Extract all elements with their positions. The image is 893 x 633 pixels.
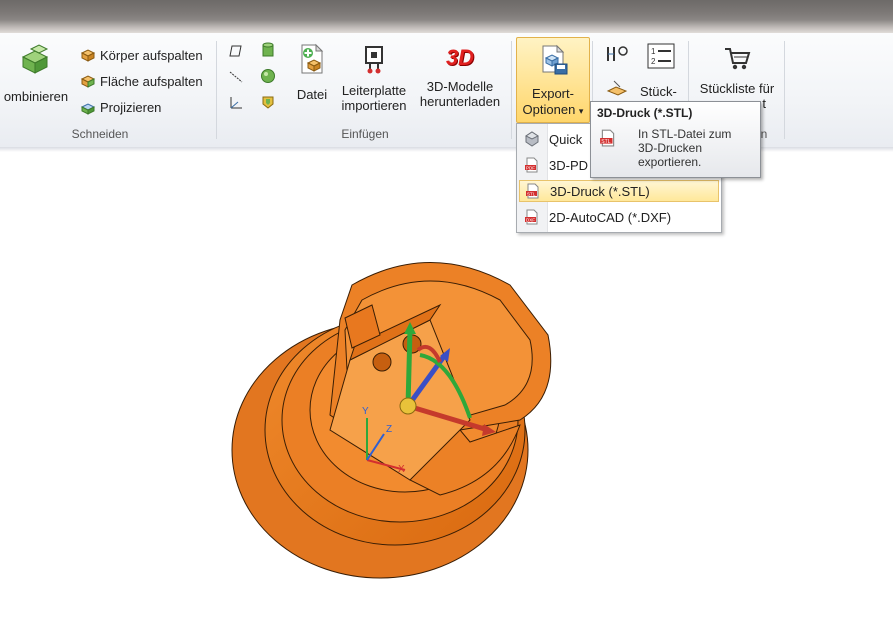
circuit-board-icon [365,46,383,74]
kombinieren-button[interactable]: ombinieren [0,43,72,104]
tooltip-line-1: In STL-Datei zum [638,127,732,141]
datei-button[interactable]: Datei [292,43,332,102]
dimension-icon[interactable] [604,43,630,67]
export-icon [542,44,568,75]
stl-icon: STL [526,183,539,199]
3d-model-viewport[interactable]: Y Z X [230,240,560,590]
tooltip-body: In STL-Datei zum 3D-Drucken exportieren. [638,127,756,169]
shield-shape-icon[interactable] [260,94,276,110]
split-body-icon [80,49,96,62]
tooltip-3d-druck: 3D-Druck (*.STL) STL In STL-Datei zum 3D… [590,101,761,178]
stl-icon: STL [600,129,615,147]
3d-modelle-herunterladen-button[interactable]: 3D 3D-Modelle herunterladen [414,43,506,109]
stueck-label: Stück- [640,83,677,99]
svg-text:1: 1 [651,47,656,56]
export-label-2-row: Optionen ▾ [517,102,589,117]
kombinieren-label: ombinieren [3,89,69,104]
menu-item-label: 3D-PD [549,157,589,173]
koerper-aufspalten-label: Körper aufspalten [100,47,203,63]
menu-item-3d-druck-stl[interactable]: STL 3D-Druck (*.STL) [519,180,719,202]
datei-label: Datei [296,87,328,102]
file-insert-icon [301,43,324,74]
sphere-icon[interactable] [260,68,276,84]
group-separator [216,41,217,139]
axis-label-y: Y [362,406,369,417]
menu-item-label: 3D-Druck (*.STL) [550,183,650,199]
project-icon [80,103,96,115]
parts-icon[interactable] [606,79,628,99]
export-optionen-button[interactable]: Export- Optionen ▾ [516,37,590,123]
dropdown-arrow-icon: ▾ [578,106,584,116]
export-label-1: Export- [532,86,574,101]
pdf-icon: PDF [525,157,538,173]
export-label-2: Optionen [522,102,576,117]
menu-item-label: Quick [549,131,583,147]
menu-item-label: 2D-AutoCAD (*.DXF) [549,209,672,225]
projizieren-label: Projizieren [100,99,162,115]
coordinate-system-icon[interactable] [228,95,244,111]
group-label-einfuegen: Einfügen [341,127,389,141]
3d-modelle-label-2: herunterladen [419,94,501,109]
3d-modelle-label-1: 3D-Modelle [426,79,494,94]
line-icon[interactable] [228,69,244,85]
svg-text:STL: STL [527,191,536,196]
split-face-icon [80,75,96,88]
group-label-schneiden: Schneiden [71,127,129,141]
combine-icon [21,44,49,74]
svg-text:PDF: PDF [526,165,535,170]
group-separator [784,41,785,139]
quick-icon [525,131,539,147]
stueck-button[interactable]: Stück- [640,81,677,101]
tooltip-title: 3D-Druck (*.STL) [597,106,693,120]
group-separator [511,41,512,139]
stueckliste-label-1: Stückliste für [699,81,775,96]
axis-label-z: Z [386,424,392,435]
shopping-cart-icon [725,48,751,70]
koerper-aufspalten-button[interactable]: Körper aufspalten [80,45,203,65]
svg-text:2: 2 [651,57,656,66]
flaeche-aufspalten-label: Fläche aufspalten [100,73,203,89]
menu-item-2d-autocad-dxf[interactable]: DXF 2D-AutoCAD (*.DXF) [519,206,717,228]
orange-part-model[interactable] [231,262,552,579]
dxf-icon: DXF [525,209,538,225]
plane-icon[interactable] [228,43,244,59]
window-title-bar [0,0,893,33]
projizieren-button[interactable]: Projizieren [80,97,161,117]
tooltip-line-2: 3D-Drucken [638,141,703,155]
3d-models-icon: 3D [445,45,475,70]
leiterplatte-importieren-button[interactable]: Leiterplatte importieren [338,43,410,113]
axis-label-x: X [398,464,405,475]
svg-text:DXF: DXF [526,217,535,222]
numbered-list-icon[interactable]: 12 [647,43,675,69]
svg-text:STL: STL [601,139,610,145]
tooltip-line-3: exportieren. [638,155,702,169]
leiterplatte-label-1: Leiterplatte [341,83,407,98]
cylinder-icon[interactable] [260,41,276,59]
leiterplatte-label-2: importieren [341,98,407,113]
flaeche-aufspalten-button[interactable]: Fläche aufspalten [80,71,203,91]
